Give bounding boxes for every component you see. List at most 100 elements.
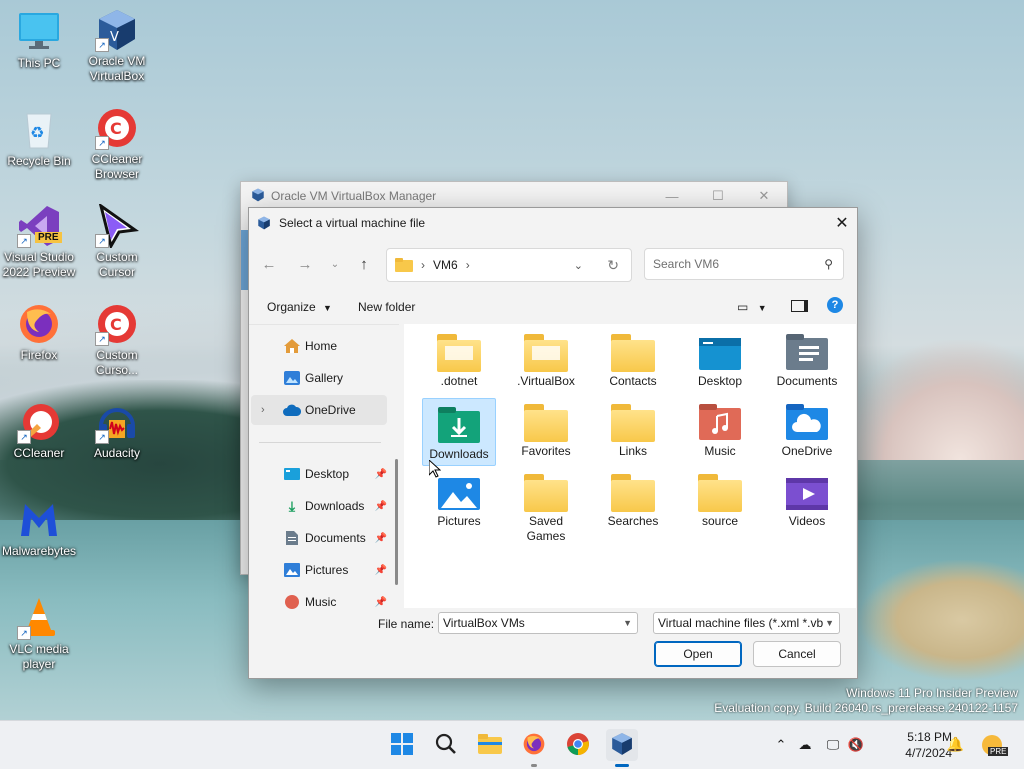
recent-locations-button[interactable]: ⌄ <box>325 254 345 274</box>
folder-with-files-icon <box>437 334 481 372</box>
select-vm-file-dialog[interactable]: Select a virtual machine file ✕ ← → ⌄ ↑ … <box>248 207 858 679</box>
open-button[interactable]: Open <box>654 641 742 667</box>
folder-item-saved-games[interactable]: Saved Games <box>509 464 583 544</box>
desktop-icon-vlc[interactable]: ↗ VLC media player <box>1 596 77 672</box>
nav-item-gallery[interactable]: Gallery <box>251 363 387 393</box>
cancel-button[interactable]: Cancel <box>753 641 841 667</box>
navigation-pane[interactable]: Home Gallery › OneDrive Desktop 📌 ⤓ Down… <box>249 324 399 609</box>
up-button[interactable]: ↑ <box>354 254 374 274</box>
show-hidden-icons-button[interactable]: ⌃ <box>772 737 790 753</box>
folder-item-onedrive[interactable]: OneDrive <box>770 394 844 459</box>
close-button[interactable]: ✕ <box>741 182 787 210</box>
file-name-input[interactable]: VirtualBox VMs ▼ <box>438 612 638 634</box>
dialog-titlebar[interactable]: Select a virtual machine file <box>249 208 857 238</box>
copilot-pre-icon[interactable]: PRE <box>980 733 1009 757</box>
folder-item-searches[interactable]: Searches <box>596 464 670 529</box>
taskbar-file-explorer[interactable] <box>474 729 506 761</box>
folder-item-videos[interactable]: Videos <box>770 464 844 529</box>
folder-item-contacts[interactable]: Contacts <box>596 324 670 389</box>
desktop-icon-custom-cursor[interactable]: ↗ Custom Cursor <box>79 202 155 280</box>
desktop-icon-virtualbox[interactable]: V ↗ Oracle VM VirtualBox <box>79 8 155 84</box>
desktop-icon-custom-cursor-browser[interactable]: C ↗ Custom Curso... <box>79 302 155 378</box>
folder-item-downloads[interactable]: Downloads <box>422 398 496 466</box>
file-name-label: File name: <box>378 617 435 631</box>
pin-icon[interactable]: 📌 <box>375 533 387 544</box>
desktop-folder-icon <box>698 334 742 372</box>
desktop-icon-this-pc[interactable]: This PC <box>1 10 77 71</box>
desktop-icon-recycle-bin[interactable]: ♻ Recycle Bin <box>1 108 77 169</box>
nav-scrollbar[interactable] <box>395 459 398 585</box>
nav-label: Documents <box>305 531 366 545</box>
pin-icon[interactable]: 📌 <box>375 597 387 608</box>
file-label: Videos <box>788 514 826 528</box>
refresh-icon[interactable]: ↻ <box>607 257 619 274</box>
folder-item-favorites[interactable]: Favorites <box>509 394 583 459</box>
nav-item-documents[interactable]: Documents 📌 <box>251 523 387 553</box>
taskbar-chrome[interactable] <box>562 729 594 761</box>
documents-folder-icon <box>785 334 829 372</box>
folder-item-music[interactable]: Music <box>683 394 757 459</box>
pin-icon[interactable]: 📌 <box>375 565 387 576</box>
shortcut-arrow-icon: ↗ <box>17 626 31 640</box>
onedrive-offline-icon[interactable]: ☁ <box>790 737 820 753</box>
audacity-icon: ↗ <box>95 400 139 444</box>
desktop-icon-visual-studio[interactable]: PRE ↗ Visual Studio 2022 Preview <box>1 204 77 280</box>
network-icon[interactable]: 🖵 <box>820 737 846 753</box>
nav-item-downloads[interactable]: ⤓ Downloads 📌 <box>251 491 387 521</box>
desktop-icon-ccleaner[interactable]: ↗ CCleaner <box>1 400 77 461</box>
arrow-up-icon: ↑ <box>360 255 368 273</box>
folder-item-dotnet[interactable]: .dotnet <box>422 324 496 389</box>
folder-item-desktop[interactable]: Desktop <box>683 324 757 389</box>
chevron-down-icon[interactable]: ▼ <box>823 618 834 628</box>
folder-item-documents[interactable]: Documents <box>770 324 844 389</box>
folder-item-source[interactable]: source <box>683 464 757 529</box>
volume-muted-icon[interactable]: 🔇 <box>846 737 866 753</box>
file-label: source <box>701 514 739 528</box>
pin-icon[interactable]: 📌 <box>375 469 387 480</box>
file-type-select[interactable]: Virtual machine files (*.xml *.vb ▼ <box>653 612 840 634</box>
breadcrumb-vm6[interactable]: VM6 <box>433 258 458 272</box>
chevron-down-icon: ⌄ <box>330 258 340 270</box>
taskbar-firefox[interactable] <box>518 729 550 767</box>
malwarebytes-icon <box>17 498 61 542</box>
desktop-icon-ccleaner-browser[interactable]: C ↗ CCleaner Browser <box>79 106 155 182</box>
firefox-icon <box>522 732 546 759</box>
back-button[interactable]: ← <box>259 254 279 274</box>
address-bar[interactable]: › VM6 › ⌄ ↻ <box>386 248 632 282</box>
chevron-right-icon[interactable]: › <box>261 404 265 416</box>
chevron-down-icon[interactable]: ▼ <box>623 618 632 628</box>
breadcrumb-separator: › <box>421 258 425 272</box>
nav-item-music[interactable]: Music 📌 <box>251 587 387 609</box>
watermark-line-1: Windows 11 Pro Insider Preview <box>846 686 1018 700</box>
file-list-view[interactable]: .dotnet .VirtualBox Contacts Desktop Doc… <box>404 324 856 608</box>
nav-label: Home <box>305 339 338 353</box>
preview-pane-button[interactable] <box>791 300 808 315</box>
start-button[interactable] <box>386 729 418 761</box>
help-button[interactable]: ? <box>827 297 843 313</box>
taskbar-virtualbox[interactable] <box>606 729 638 767</box>
new-folder-button[interactable]: New folder <box>358 300 415 314</box>
desktop-icon-malwarebytes[interactable]: Malwarebytes <box>1 498 77 559</box>
pin-icon[interactable]: 📌 <box>375 501 387 512</box>
notification-bell-icon[interactable]: 🔔 <box>947 736 964 753</box>
taskbar-search-button[interactable] <box>430 729 462 761</box>
nav-item-home[interactable]: Home <box>251 331 387 361</box>
folder-item-links[interactable]: Links <box>596 394 670 459</box>
folder-item-virtualbox[interactable]: .VirtualBox <box>509 324 583 389</box>
nav-item-onedrive[interactable]: › OneDrive <box>251 395 387 425</box>
view-options-button[interactable]: ▭ ▼ <box>737 300 767 314</box>
organize-button[interactable]: Organize ▼ <box>267 300 332 314</box>
minimize-button[interactable]: — <box>649 182 695 210</box>
desktop-icon-firefox[interactable]: Firefox <box>1 302 77 363</box>
nav-item-pictures[interactable]: Pictures 📌 <box>251 555 387 585</box>
search-box[interactable]: Search VM6 ⚲ <box>644 248 844 280</box>
nav-item-desktop[interactable]: Desktop 📌 <box>251 459 387 489</box>
custom-cursor-browser-icon: C ↗ <box>95 302 139 346</box>
forward-button[interactable]: → <box>295 254 315 274</box>
taskbar-clock[interactable]: 5:18 PM 4/7/2024 <box>905 729 952 761</box>
address-dropdown-icon[interactable]: ⌄ <box>574 259 583 272</box>
desktop-icon-audacity[interactable]: ↗ Audacity <box>79 400 155 461</box>
dialog-close-button[interactable]: ✕ <box>827 208 857 238</box>
maximize-button[interactable]: ☐ <box>695 182 741 210</box>
search-input[interactable]: Search VM6 <box>653 257 719 271</box>
